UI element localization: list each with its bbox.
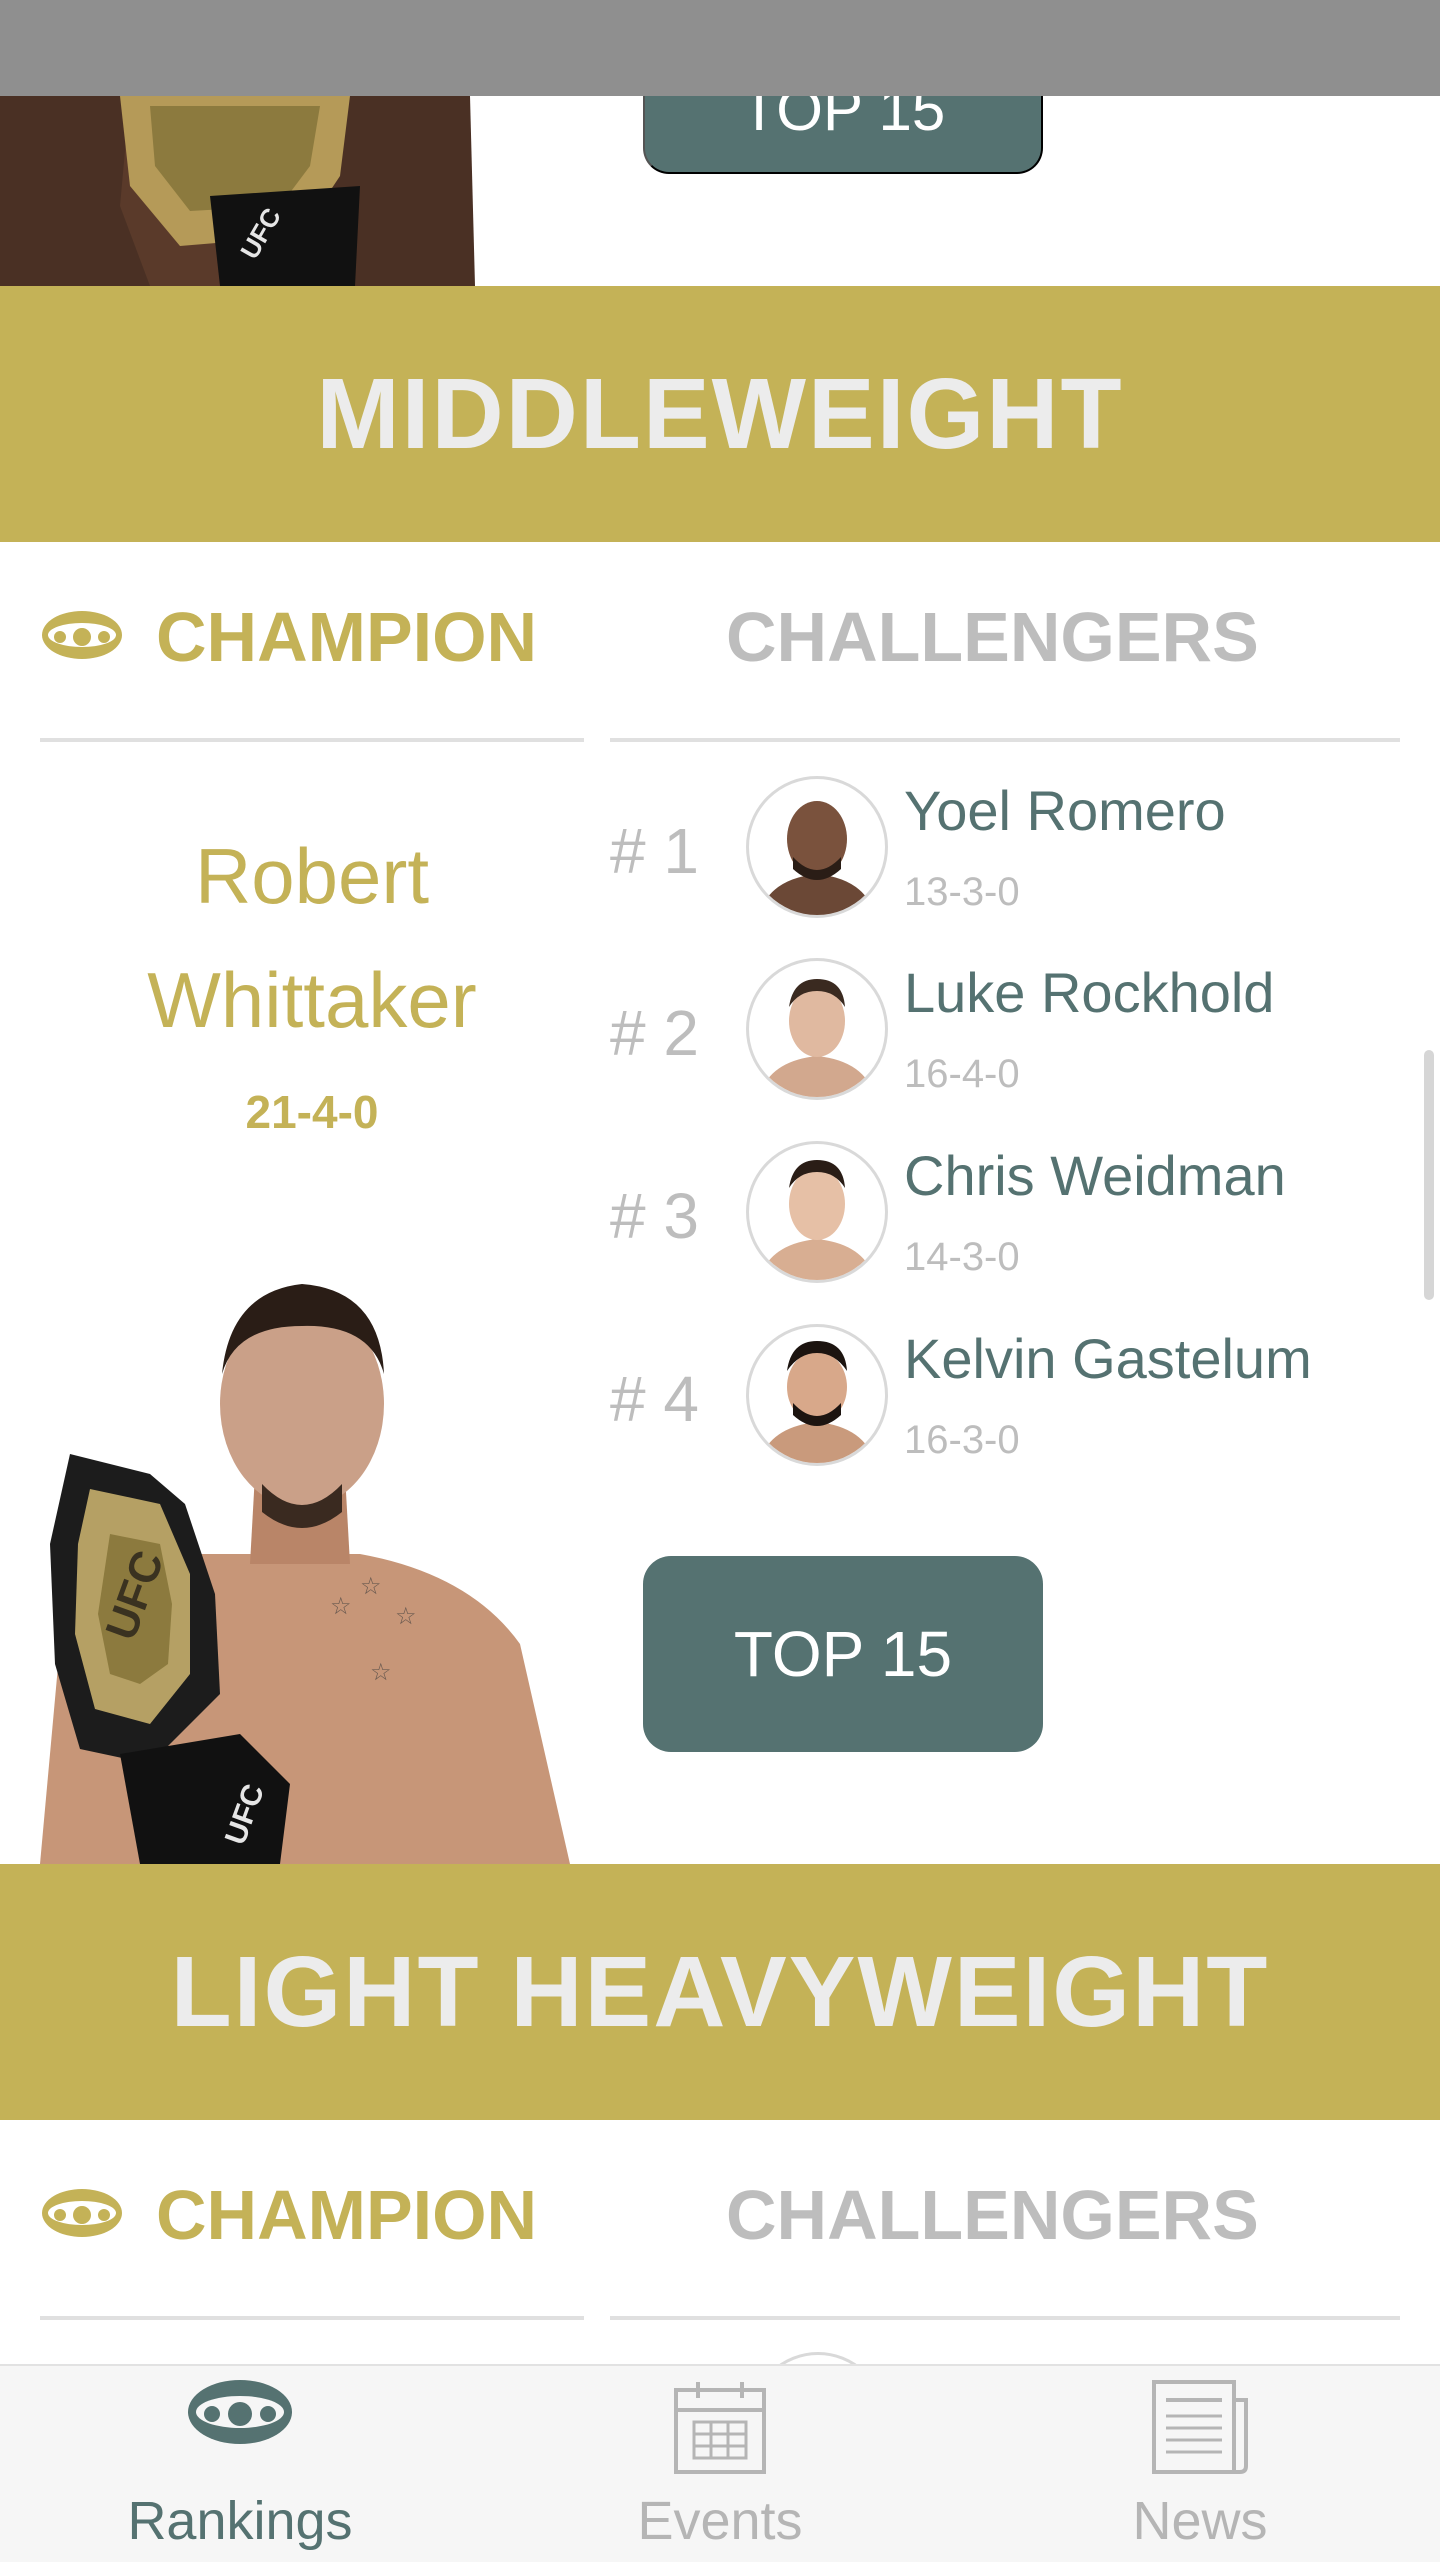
light-heavyweight-banner: LIGHT HEAVYWEIGHT	[0, 1864, 1440, 2120]
challenger-row[interactable]: # 4 Kelvin Gastelum 16-3-0	[610, 1324, 1410, 1494]
nav-news-label: News	[1132, 2491, 1268, 2551]
challenger-avatar	[746, 1141, 888, 1283]
challenger-name: Kelvin Gastelum	[904, 1327, 1312, 1390]
challenger-avatar	[746, 1324, 888, 1466]
champion-record: 21-4-0	[245, 1086, 379, 1138]
challengers-underline	[610, 2316, 1400, 2320]
top15-button[interactable]: TOP 15	[643, 1556, 1043, 1752]
tab-champion[interactable]: CHAMPION	[40, 592, 537, 682]
champion-underline	[40, 2316, 584, 2320]
challenger-row[interactable]: # 3 Chris Weidman 14-3-0	[610, 1141, 1410, 1311]
nav-rankings[interactable]: Rankings	[0, 2366, 480, 2562]
tab-champion[interactable]: CHAMPION	[40, 2170, 537, 2260]
svg-text:☆: ☆	[360, 1572, 382, 1600]
challenger-record: 16-4-0	[904, 1052, 1020, 1096]
champion-first-name[interactable]: Robert	[40, 814, 584, 938]
bottom-nav: Rankings Events News	[0, 2364, 1440, 2562]
light-heavyweight-tabs: CHAMPION CHALLENGERS	[0, 2120, 1440, 2320]
svg-text:☆: ☆	[370, 1658, 392, 1686]
nav-news[interactable]: News	[960, 2366, 1440, 2562]
previous-champion-photo: UFC	[0, 96, 480, 286]
challenger-avatar	[746, 776, 888, 918]
challengers-underline	[610, 738, 1400, 742]
champion-photo[interactable]: UFC UFC ☆ ☆ ☆ ☆	[0, 1244, 600, 1864]
division-title: MIDDLEWEIGHT	[316, 357, 1124, 470]
tab-champion-label: CHAMPION	[156, 2176, 538, 2254]
belt-icon	[186, 2376, 294, 2453]
challenger-name: Chris Weidman	[904, 1144, 1286, 1207]
challenger-name: Yoel Romero	[904, 779, 1226, 842]
challenger-name: Luke Rockhold	[904, 961, 1275, 1024]
newspaper-icon	[1148, 2376, 1252, 2481]
tab-challengers[interactable]: CHALLENGERS	[726, 592, 1259, 682]
calendar-icon	[670, 2376, 770, 2481]
middleweight-banner: MIDDLEWEIGHT	[0, 286, 1440, 542]
challenger-record: 14-3-0	[904, 1235, 1020, 1279]
tab-challengers-label: CHALLENGERS	[726, 2176, 1259, 2254]
challenger-row[interactable]: # 2 Luke Rockhold 16-4-0	[610, 958, 1410, 1128]
challenger-avatar	[746, 958, 888, 1100]
tab-challengers[interactable]: CHALLENGERS	[726, 2170, 1259, 2260]
challenger-rank: # 1	[610, 815, 699, 887]
svg-text:☆: ☆	[395, 1602, 417, 1630]
tab-champion-label: CHAMPION	[156, 598, 538, 676]
middleweight-tabs: CHAMPION CHALLENGERS	[0, 542, 1440, 742]
nav-rankings-label: Rankings	[127, 2491, 353, 2551]
challenger-rank: # 3	[610, 1180, 699, 1252]
nav-events[interactable]: Events	[480, 2366, 960, 2562]
belt-icon	[40, 2185, 124, 2246]
belt-icon	[40, 607, 124, 668]
champion-last-name[interactable]: Whittaker	[40, 938, 584, 1062]
challenger-row[interactable]: # 1 Yoel Romero 13-3-0	[610, 776, 1410, 946]
status-bar	[0, 0, 1440, 96]
challenger-record: 16-3-0	[904, 1418, 1020, 1462]
champion-underline	[40, 738, 584, 742]
challenger-rank: # 2	[610, 997, 699, 1069]
challenger-rank: # 4	[610, 1363, 699, 1435]
division-title: LIGHT HEAVYWEIGHT	[170, 1935, 1270, 2048]
tab-challengers-label: CHALLENGERS	[726, 598, 1259, 676]
challenger-record: 13-3-0	[904, 870, 1020, 914]
svg-text:☆: ☆	[330, 1592, 352, 1620]
nav-events-label: Events	[637, 2491, 803, 2551]
scroll-indicator[interactable]	[1424, 1050, 1434, 1300]
